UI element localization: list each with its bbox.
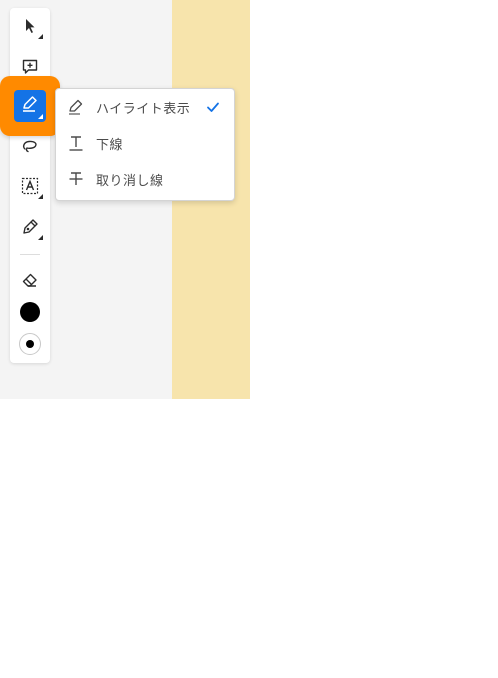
- submenu-indicator: [38, 194, 43, 199]
- eraser-icon: [21, 271, 39, 289]
- menu-item-label: ハイライト表示: [96, 101, 191, 117]
- highlight-options-menu: ハイライト表示 下線 取り消し線: [55, 88, 235, 201]
- strikethrough-icon: [56, 170, 96, 188]
- menu-item-strikethrough[interactable]: 取り消し線: [56, 161, 234, 197]
- toolbar-divider: [20, 254, 40, 255]
- color-picker-button[interactable]: [20, 302, 40, 322]
- highlight-tool-button[interactable]: [14, 90, 46, 122]
- underline-icon: [56, 134, 96, 152]
- add-comment-icon: [21, 58, 39, 76]
- text-box-icon: [21, 177, 39, 195]
- draw-tool-button[interactable]: [14, 211, 46, 243]
- stroke-size-button[interactable]: [19, 333, 41, 355]
- menu-item-highlight[interactable]: ハイライト表示: [56, 89, 234, 125]
- highlighter-icon: [56, 98, 96, 116]
- cursor-icon: [21, 17, 39, 35]
- eraser-tool-button[interactable]: [14, 264, 46, 296]
- menu-item-label: 下線: [96, 137, 124, 153]
- pen-icon: [21, 218, 39, 236]
- stroke-size-dot: [26, 340, 34, 348]
- menu-item-underline[interactable]: 下線: [56, 125, 234, 161]
- submenu-indicator: [38, 114, 43, 119]
- menu-item-label: 取り消し線: [96, 173, 164, 189]
- submenu-indicator: [38, 34, 43, 39]
- highlighter-icon: [20, 94, 40, 118]
- submenu-indicator: [38, 235, 43, 240]
- text-tool-button[interactable]: [14, 170, 46, 202]
- checkmark-icon: [206, 99, 220, 118]
- select-tool-button[interactable]: [14, 10, 46, 42]
- lasso-icon: [21, 137, 39, 155]
